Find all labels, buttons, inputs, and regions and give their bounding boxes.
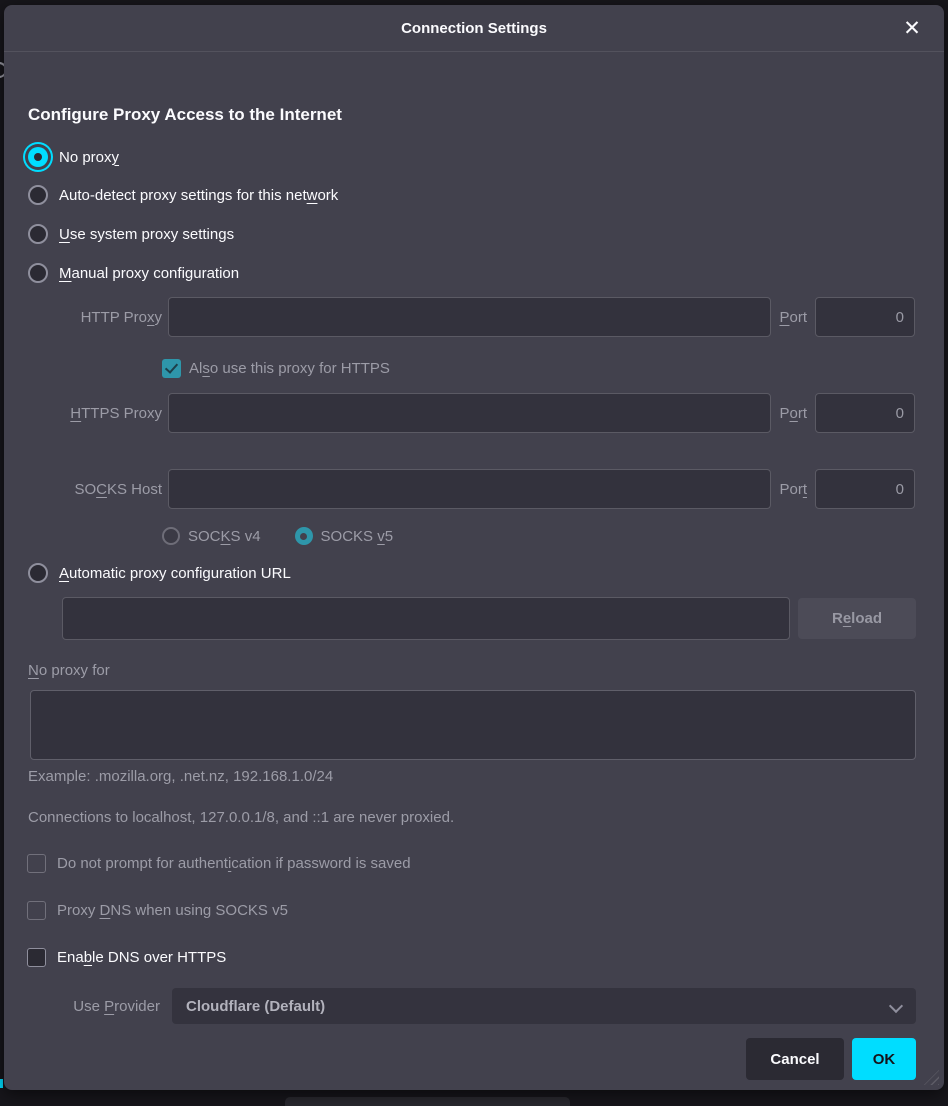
doh-provider-row: Use Provider Cloudflare (Default): [28, 988, 916, 1024]
ok-button[interactable]: OK: [852, 1038, 916, 1080]
radio-icon: [28, 147, 48, 167]
http-proxy-row: HTTP Proxy Port: [28, 297, 915, 337]
dialog-title: Connection Settings: [401, 20, 547, 37]
dialog-button-row: Cancel OK: [746, 1038, 916, 1080]
radio-no-proxy[interactable]: No proxy: [28, 145, 119, 169]
checkbox-label: Do not prompt for authentication if pass…: [57, 855, 411, 872]
checkbox-label: Enable DNS over HTTPS: [57, 949, 226, 966]
radio-icon: [295, 527, 313, 545]
pac-row: Reload: [62, 597, 916, 640]
radio-socks-v5[interactable]: SOCKS v5: [295, 527, 394, 545]
provider-selected-value: Cloudflare (Default): [186, 998, 325, 1015]
http-port-input[interactable]: [815, 297, 915, 337]
socks-host-label: SOCKS Host: [28, 481, 162, 498]
radio-label: Auto-detect proxy settings for this netw…: [59, 187, 338, 204]
radio-manual[interactable]: Manual proxy configuration: [28, 261, 239, 285]
checkbox-icon: [162, 359, 181, 378]
socks-port-input[interactable]: [815, 469, 915, 509]
no-proxy-for-label: No proxy for: [28, 662, 110, 679]
https-proxy-row: HTTPS Proxy Port: [28, 393, 915, 433]
checkbox-icon: [27, 854, 46, 873]
never-proxied-note: Connections to localhost, 127.0.0.1/8, a…: [28, 809, 454, 826]
provider-dropdown[interactable]: Cloudflare (Default): [172, 988, 916, 1024]
radio-icon: [28, 263, 48, 283]
reload-button[interactable]: Reload: [798, 598, 916, 639]
checkbox-label: Also use this proxy for HTTPS: [189, 360, 390, 377]
use-provider-label: Use Provider: [28, 998, 160, 1015]
radio-icon: [28, 224, 48, 244]
checkbox-icon: [27, 901, 46, 920]
socks-host-row: SOCKS Host Port: [28, 469, 915, 509]
radio-auto-url[interactable]: Automatic proxy configuration URL: [28, 561, 291, 585]
checkbox-share-proxy[interactable]: Also use this proxy for HTTPS: [162, 356, 390, 380]
checkbox-proxy-dns[interactable]: Proxy DNS when using SOCKS v5: [27, 898, 288, 922]
https-port-input[interactable]: [815, 393, 915, 433]
dialog-titlebar: Connection Settings ✕: [4, 5, 944, 52]
https-proxy-input[interactable]: [168, 393, 771, 433]
http-proxy-input[interactable]: [168, 297, 771, 337]
socks-host-input[interactable]: [168, 469, 771, 509]
radio-icon: [28, 563, 48, 583]
no-proxy-example-text: Example: .mozilla.org, .net.nz, 192.168.…: [28, 768, 333, 785]
cancel-button[interactable]: Cancel: [746, 1038, 844, 1080]
pac-url-input[interactable]: [62, 597, 790, 640]
checkbox-no-prompt-auth[interactable]: Do not prompt for authentication if pass…: [27, 851, 411, 875]
background-peek-accent: [0, 1079, 3, 1088]
no-proxy-for-textarea[interactable]: [30, 690, 916, 760]
chevron-down-icon: [890, 1000, 902, 1012]
radio-auto-detect[interactable]: Auto-detect proxy settings for this netw…: [28, 183, 338, 207]
radio-label: Manual proxy configuration: [59, 265, 239, 282]
checkbox-enable-doh[interactable]: Enable DNS over HTTPS: [27, 945, 226, 969]
close-icon[interactable]: ✕: [895, 5, 929, 52]
https-proxy-label: HTTPS Proxy: [28, 405, 162, 422]
http-proxy-label: HTTP Proxy: [28, 309, 162, 326]
radio-label: SOCKS v4: [188, 528, 261, 545]
radio-label: SOCKS v5: [321, 528, 394, 545]
background-element: [285, 1097, 570, 1106]
checkbox-icon: [27, 948, 46, 967]
checkbox-label: Proxy DNS when using SOCKS v5: [57, 902, 288, 919]
radio-icon: [28, 185, 48, 205]
http-port-label: Port: [779, 309, 807, 326]
radio-use-system[interactable]: Use system proxy settings: [28, 222, 234, 246]
socks-version-row: SOCKS v4 SOCKS v5: [162, 524, 393, 548]
radio-label: Use system proxy settings: [59, 226, 234, 243]
radio-socks-v4[interactable]: SOCKS v4: [162, 527, 261, 545]
page-title: Configure Proxy Access to the Internet: [28, 105, 342, 125]
https-port-label: Port: [779, 405, 807, 422]
radio-label: Automatic proxy configuration URL: [59, 565, 291, 582]
socks-port-label: Port: [779, 481, 807, 498]
radio-label: No proxy: [59, 149, 119, 166]
connection-settings-dialog: Connection Settings ✕ Configure Proxy Ac…: [4, 5, 944, 1090]
resize-handle-icon[interactable]: [924, 1070, 939, 1085]
radio-icon: [162, 527, 180, 545]
